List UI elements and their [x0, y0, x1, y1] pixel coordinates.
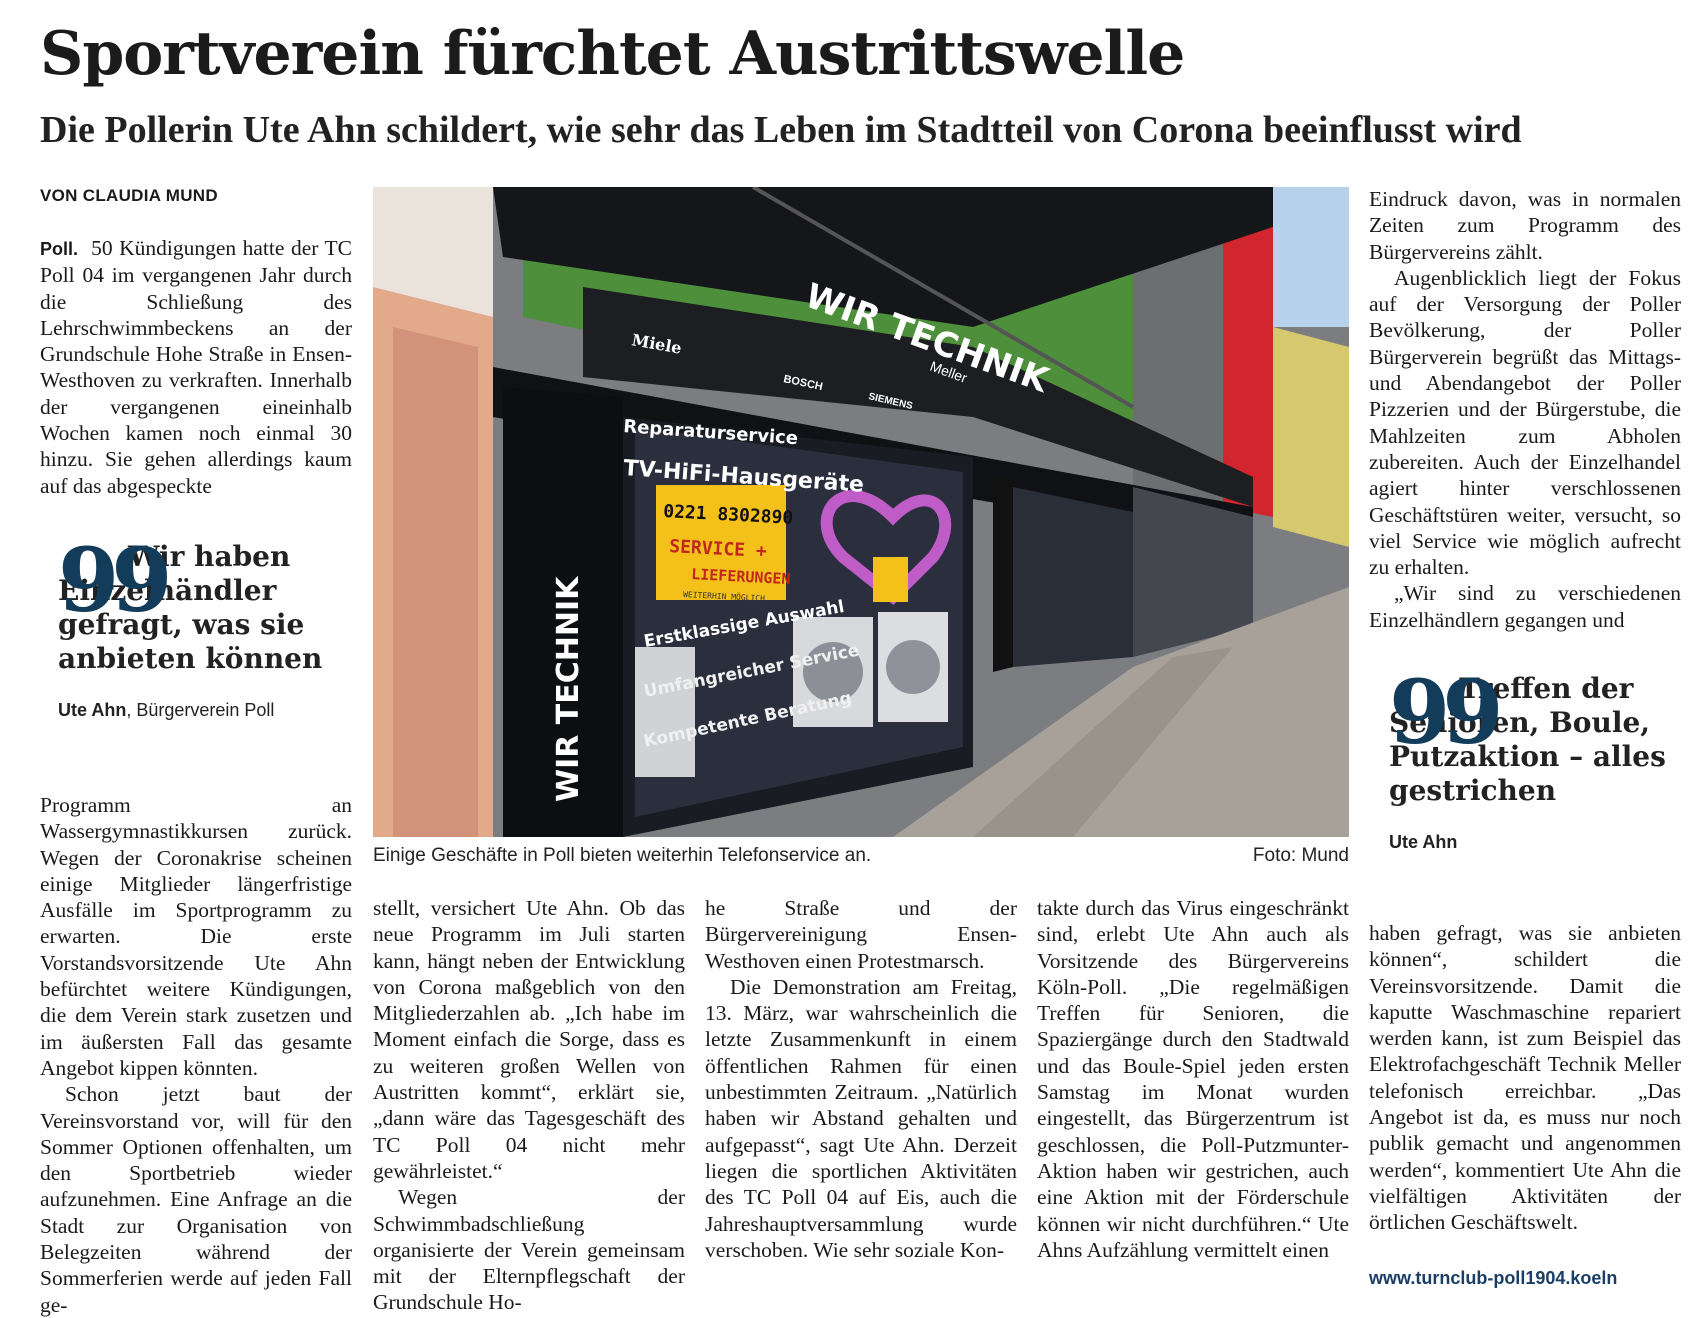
article-col2: stellt, versichert Ute Ahn. Ob das neue …: [373, 895, 685, 1316]
lead-text: 50 Kündigungen hatte der TC Poll 04 im v…: [40, 236, 352, 498]
pull-quote-1: 99 Wir haben Einzelhändler gefragt, was …: [58, 528, 358, 721]
article-col5-top: Eindruck davon, was in normalen Zeiten z…: [1369, 186, 1681, 633]
article-col5-bottom: haben gefragt, was sie anbieten können“,…: [1369, 920, 1681, 1236]
quote-mark-icon: 99: [1389, 660, 1504, 764]
paragraph: „Wir sind zu verschiedenen Einzelhändler…: [1369, 581, 1681, 632]
article-col4: takte durch das Virus eingeschränkt sind…: [1037, 895, 1349, 1263]
paragraph: he Straße und der Bürgervereinigung Ense…: [705, 896, 1017, 973]
pull-quote-2: 99 Treffen der Senioren, Boule, Putzakti…: [1389, 660, 1689, 853]
photo-credit: Foto: Mund: [1252, 845, 1349, 866]
paragraph: Augenblicklich liegt der Fokus auf der V…: [1369, 265, 1681, 580]
caption-text: Einige Geschäfte in Poll bieten weiterhi…: [373, 845, 872, 866]
paragraph: Die Demonstration am Freitag, 13. März, …: [705, 974, 1017, 1262]
paragraph: Schon jetzt baut der Vereinsvorstand vor…: [40, 1082, 352, 1317]
paragraph: haben gefragt, was sie anbieten können“,…: [1369, 921, 1681, 1235]
website-link[interactable]: www.turnclub-poll1904.koeln: [1369, 1268, 1617, 1289]
pull-quote-source: Ute Ahn, Bürgerverein Poll: [58, 700, 275, 720]
paragraph: Eindruck davon, was in normalen Zeiten z…: [1369, 187, 1681, 264]
photo-caption: Einige Geschäfte in Poll bieten weiterhi…: [373, 845, 1349, 867]
article-col1-bottom: Programm an Wassergymnastikkursen zurück…: [40, 792, 352, 1318]
headline: Sportverein fürchtet Austrittswelle: [40, 19, 1185, 89]
paragraph: stellt, versichert Ute Ahn. Ob das neue …: [373, 896, 685, 1183]
shop-photo: Miele BOSCH SIEMENS WIR TECHNIK Meller R…: [373, 187, 1349, 837]
vertical-brand: WIR TECHNIK: [551, 575, 586, 802]
pull-quote-source: Ute Ahn: [1389, 832, 1458, 852]
paragraph: Programm an Wassergymnastikkursen zurück…: [40, 793, 352, 1080]
quote-mark-icon: 99: [58, 528, 173, 632]
subheadline: Die Pollerin Ute Ahn schildert, wie sehr…: [40, 109, 1522, 151]
dateline: Poll.: [40, 239, 79, 259]
article-col1-top: Poll. 50 Kündigungen hatte der TC Poll 0…: [40, 235, 352, 499]
paragraph: Poll. 50 Kündigungen hatte der TC Poll 0…: [40, 235, 352, 499]
paragraph: Wegen der Schwimmbadschließung organisie…: [373, 1185, 685, 1315]
article-col3: he Straße und der Bürgervereinigung Ense…: [705, 895, 1017, 1263]
byline: VON CLAUDIA MUND: [40, 186, 218, 205]
paragraph: takte durch das Virus eingeschränkt sind…: [1037, 896, 1349, 1262]
